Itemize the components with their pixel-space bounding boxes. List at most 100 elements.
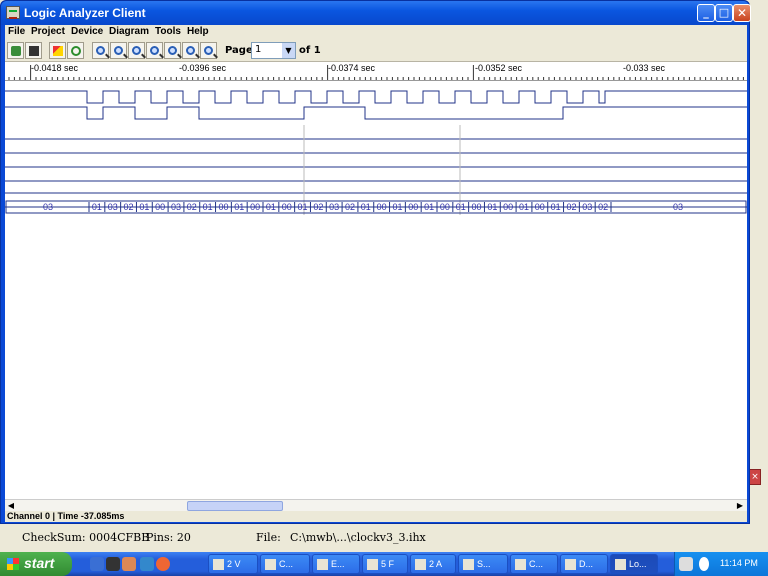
task-button[interactable]: 2 A: [410, 554, 456, 574]
bus-value: 03: [673, 202, 683, 212]
zoom-button-4[interactable]: [146, 42, 163, 59]
scroll-left-icon[interactable]: ◀: [6, 501, 16, 511]
task-button[interactable]: 2 V: [208, 554, 258, 574]
run-button[interactable]: [49, 42, 66, 59]
bus-value: 00: [503, 202, 513, 212]
bus-value: 01: [519, 202, 529, 212]
app-icon: [615, 559, 626, 570]
bus-value: 00: [250, 202, 260, 212]
bus-value: 01: [487, 202, 497, 212]
time-label: -0.0418 sec: [31, 63, 79, 73]
window-title: Logic Analyzer Client: [24, 6, 146, 20]
bus-value: 01: [139, 202, 149, 212]
menu-file[interactable]: File: [8, 26, 25, 37]
zoom-icon: [186, 46, 195, 55]
device-icon: [565, 559, 576, 570]
open-icon: [11, 46, 21, 56]
close-button[interactable]: ✕: [733, 4, 751, 22]
bus-value: 00: [440, 202, 450, 212]
firefox-icon: [367, 559, 378, 570]
network-icon[interactable]: [699, 557, 709, 571]
bus-canvas: 03 01 03 02 01 00 03 02 01 00 01 00 01 00 01 02 03 02 01 00…: [5, 200, 747, 214]
bus-value: 01: [234, 202, 244, 212]
bus-value: 01: [203, 202, 213, 212]
zoom-button-3[interactable]: [128, 42, 145, 59]
horizontal-scrollbar[interactable]: ◀ ▶: [5, 499, 747, 511]
quicklaunch-browser-icon[interactable]: [140, 557, 154, 571]
menu-device[interactable]: Device: [71, 26, 103, 37]
bus-value: 02: [566, 202, 576, 212]
bus-value: 02: [313, 202, 323, 212]
task-button[interactable]: S...: [458, 554, 508, 574]
zoom-button-1[interactable]: [92, 42, 109, 59]
quicklaunch-console-icon[interactable]: [106, 557, 120, 571]
bus-value: 01: [456, 202, 466, 212]
waveform-canvas[interactable]: [5, 81, 747, 215]
bus-value: 03: [582, 202, 592, 212]
task-button[interactable]: C...: [510, 554, 558, 574]
bus-value: 02: [345, 202, 355, 212]
bus-channel[interactable]: 03 01 03 02 01 00 03 02 01 00 01 00 01 00 01 02 03 02 01 00…: [5, 200, 747, 214]
start-label: start: [24, 555, 55, 571]
bus-value: 01: [551, 202, 561, 212]
bus-value: 01: [92, 202, 102, 212]
start-button[interactable]: start: [0, 552, 72, 576]
toolbar: Page 1 ▼ of 1: [5, 39, 747, 62]
zoom-icon: [132, 46, 141, 55]
waveform-area[interactable]: [5, 81, 747, 215]
zoom-icon: [168, 46, 177, 55]
menu-help[interactable]: Help: [187, 26, 209, 37]
status-bar: Channel 0 | Time -37.085ms: [5, 511, 747, 522]
bus-value: 02: [598, 202, 608, 212]
open-button[interactable]: [7, 42, 24, 59]
task-button[interactable]: C...: [260, 554, 310, 574]
bus-value: 00: [218, 202, 228, 212]
rocket-icon: [53, 46, 63, 56]
zoom-button-7[interactable]: [200, 42, 217, 59]
bus-value: 01: [424, 202, 434, 212]
zoom-icon: [96, 46, 105, 55]
checksum-text: CheckSum: 0004CFBB: [22, 531, 150, 544]
page-select[interactable]: 1 ▼: [251, 42, 296, 59]
save-button[interactable]: [25, 42, 42, 59]
menu-tools[interactable]: Tools: [155, 26, 181, 37]
windows-flag-icon: [7, 558, 19, 570]
client-area: File Project Device Diagram Tools Help P…: [5, 25, 747, 522]
background-close-icon[interactable]: ×: [749, 469, 761, 485]
quicklaunch-ie-icon[interactable]: [90, 557, 104, 571]
zoom-icon: [114, 46, 123, 55]
menu-diagram[interactable]: Diagram: [109, 26, 149, 37]
scroll-thumb[interactable]: [187, 501, 283, 511]
title-bar[interactable]: Logic Analyzer Client _ □ ✕: [1, 1, 751, 25]
document-icon: [515, 559, 526, 570]
bus-value: 00: [408, 202, 418, 212]
task-button[interactable]: E...: [312, 554, 360, 574]
task-button[interactable]: 5 F: [362, 554, 408, 574]
scroll-right-icon[interactable]: ▶: [735, 501, 745, 511]
menu-project[interactable]: Project: [31, 26, 65, 37]
maximize-button[interactable]: □: [715, 4, 733, 22]
help-icon[interactable]: [679, 557, 693, 571]
bus-value: 03: [43, 202, 53, 212]
quicklaunch-app-icon[interactable]: [122, 557, 136, 571]
bus-value: 03: [329, 202, 339, 212]
bus-value: 00: [535, 202, 545, 212]
app-icon: [317, 559, 328, 570]
chevron-down-icon[interactable]: ▼: [282, 43, 295, 58]
minimize-button[interactable]: _: [697, 4, 715, 22]
refresh-button[interactable]: [67, 42, 84, 59]
quicklaunch-firefox-icon[interactable]: [156, 557, 170, 571]
status-text: Channel 0 | Time -37.085ms: [7, 511, 125, 521]
main-window: Logic Analyzer Client _ □ ✕ File Project…: [0, 0, 751, 524]
zoom-button-5[interactable]: [164, 42, 181, 59]
bus-value: 00: [472, 202, 482, 212]
task-button-active[interactable]: Lo...: [610, 554, 658, 574]
refresh-icon: [71, 46, 81, 56]
task-button[interactable]: D...: [560, 554, 608, 574]
time-label: -0.0396 sec: [179, 63, 227, 73]
zoom-button-6[interactable]: [182, 42, 199, 59]
bus-value: 03: [108, 202, 118, 212]
bus-value: 02: [124, 202, 134, 212]
zoom-button-2[interactable]: [110, 42, 127, 59]
bus-value: 00: [155, 202, 165, 212]
